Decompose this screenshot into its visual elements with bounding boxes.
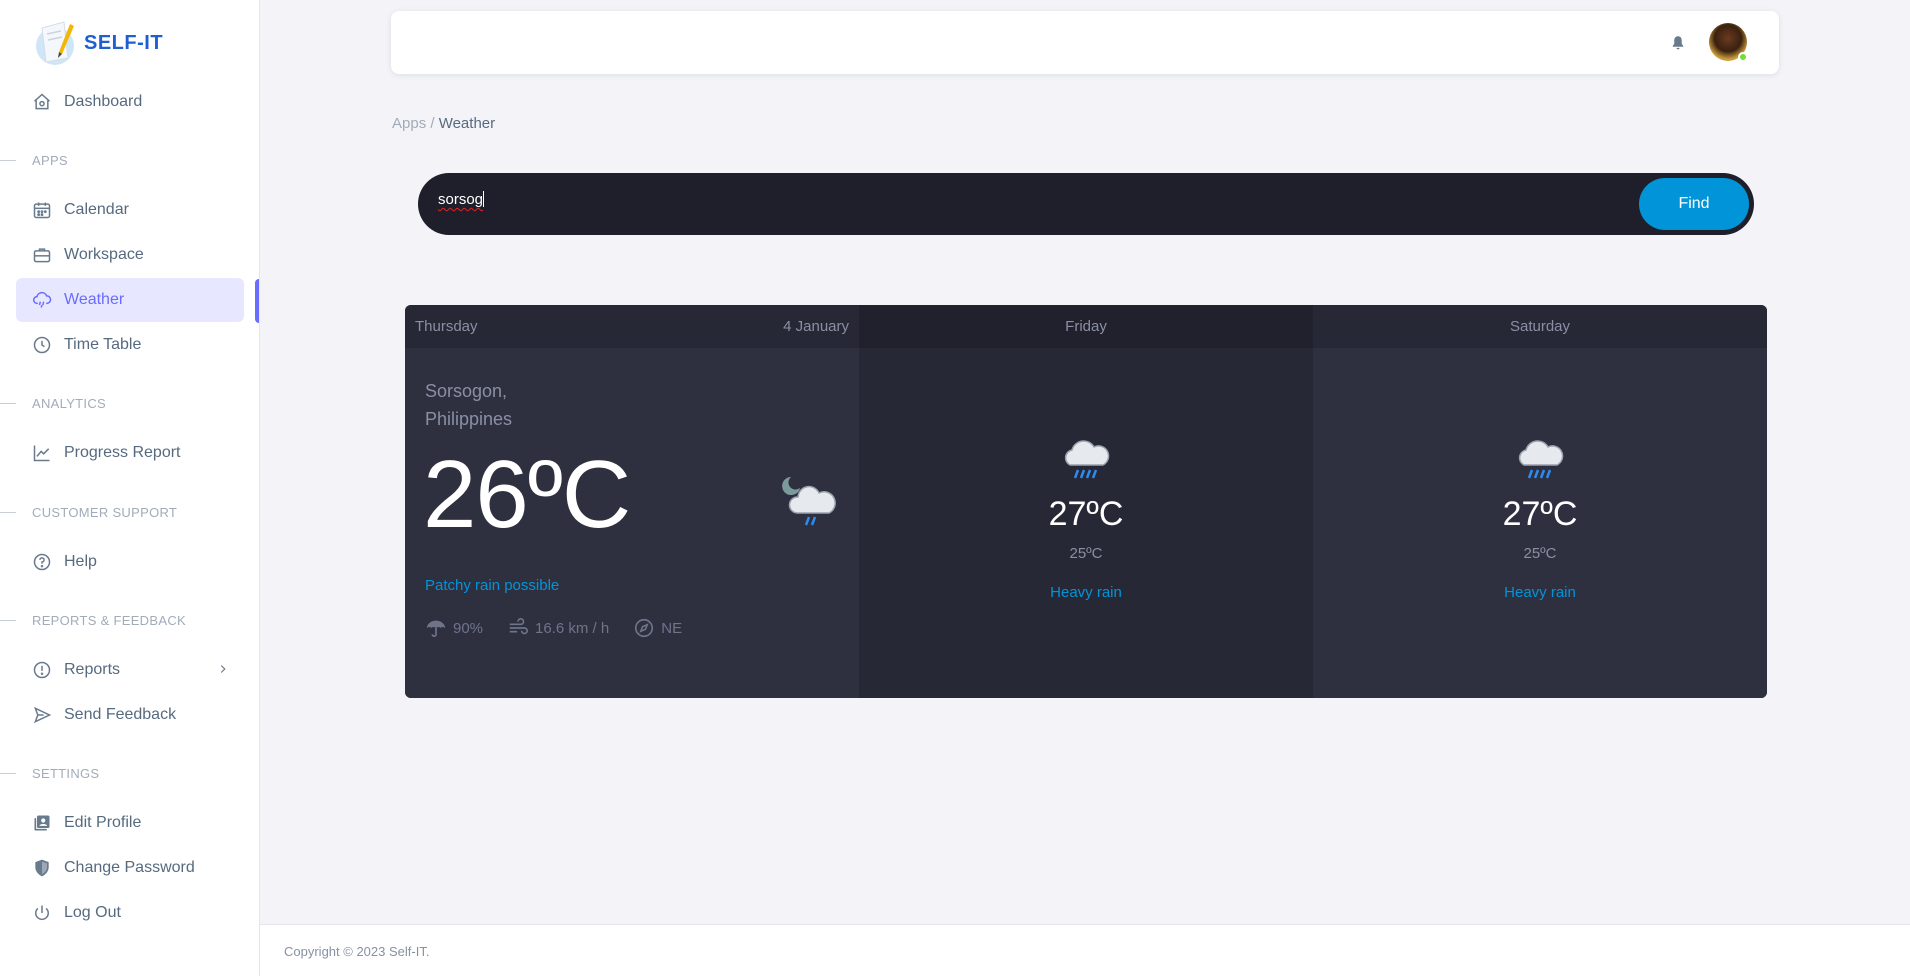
sidebar-item-send-feedback[interactable]: Send Feedback bbox=[16, 693, 244, 737]
current-condition: Patchy rain possible bbox=[425, 577, 560, 594]
today-panel: Thursday 4 January Sorsogon, Philippines… bbox=[405, 305, 859, 698]
direction-stat: NE bbox=[633, 617, 682, 639]
sidebar-item-label: Change Password bbox=[64, 859, 195, 876]
section-header-apps: APPS bbox=[0, 151, 68, 169]
heavy-rain-icon bbox=[1515, 437, 1565, 483]
logo-icon bbox=[34, 18, 80, 68]
section-header-reports-feedback: REPORTS & FEEDBACK bbox=[0, 611, 186, 629]
forecast-condition: Heavy rain bbox=[1050, 584, 1122, 601]
partly-cloudy-night-rain-icon bbox=[781, 473, 837, 529]
wind-stat: 16.6 km / h bbox=[507, 617, 609, 639]
cloud-rain-icon bbox=[32, 290, 52, 310]
sidebar-item-workspace[interactable]: Workspace bbox=[16, 233, 244, 277]
sidebar-item-label: Log Out bbox=[64, 904, 121, 921]
sidebar-item-calendar[interactable]: Calendar bbox=[16, 188, 244, 232]
location-country: Philippines bbox=[425, 409, 513, 429]
humidity-stat: 90% bbox=[425, 617, 483, 639]
active-indicator bbox=[255, 279, 259, 323]
sidebar-item-timetable[interactable]: Time Table bbox=[16, 323, 244, 367]
sidebar-item-label: Calendar bbox=[64, 201, 129, 218]
sidebar-item-label: Dashboard bbox=[64, 93, 143, 110]
forecast-condition: Heavy rain bbox=[1504, 584, 1576, 601]
alert-circle-icon bbox=[32, 660, 52, 680]
sidebar-item-label: Weather bbox=[64, 291, 125, 308]
sidebar-item-label: Workspace bbox=[64, 246, 144, 263]
sidebar-item-progress-report[interactable]: Progress Report bbox=[16, 431, 244, 475]
today-header: Thursday 4 January bbox=[405, 305, 859, 348]
calendar-icon bbox=[32, 200, 52, 220]
notification-bell-icon[interactable] bbox=[1669, 34, 1687, 52]
sidebar-item-label: Reports bbox=[64, 661, 121, 678]
profile-card-icon bbox=[32, 813, 52, 833]
weather-stats: 90% 16.6 km / h NE bbox=[425, 617, 706, 639]
sidebar-item-dashboard[interactable]: Dashboard bbox=[16, 80, 244, 124]
wind-value: 16.6 km / h bbox=[535, 619, 610, 637]
home-icon bbox=[32, 92, 52, 112]
shield-icon bbox=[32, 858, 52, 878]
chevron-right-icon bbox=[216, 662, 230, 676]
forecast-high-temp: 27ºC bbox=[1048, 495, 1124, 533]
sidebar-item-label: Edit Profile bbox=[64, 814, 142, 831]
text-caret bbox=[483, 191, 485, 207]
umbrella-icon bbox=[425, 617, 453, 639]
briefcase-icon bbox=[32, 245, 52, 265]
breadcrumb-current: Weather bbox=[438, 115, 496, 132]
chart-line-icon bbox=[32, 443, 52, 463]
top-navbar bbox=[391, 11, 1779, 74]
today-date: 4 January bbox=[783, 318, 849, 335]
location-city: Sorsogon, bbox=[425, 381, 508, 401]
sidebar-item-label: Time Table bbox=[64, 336, 142, 353]
section-header-settings: SETTINGS bbox=[0, 764, 99, 782]
forecast-day: Saturday bbox=[1313, 305, 1767, 348]
sidebar: SELF-IT Dashboard APPS Calendar Workspac… bbox=[0, 0, 260, 976]
sidebar-item-logout[interactable]: Log Out bbox=[16, 891, 244, 935]
forecast-day: Friday bbox=[859, 305, 1313, 348]
breadcrumb: Apps / Weather bbox=[392, 115, 495, 132]
city-search-bar: sorsog Find bbox=[418, 173, 1754, 235]
forecast-low-temp: 25ºC bbox=[1523, 545, 1557, 562]
wind-icon bbox=[507, 617, 535, 639]
humidity-value: 90% bbox=[453, 619, 484, 637]
location: Sorsogon, Philippines bbox=[425, 377, 512, 433]
section-header-customer-support: CUSTOMER SUPPORT bbox=[0, 503, 177, 521]
current-temperature: 26ºC bbox=[423, 441, 631, 548]
app-logo[interactable]: SELF-IT bbox=[34, 18, 163, 68]
section-header-analytics: ANALYTICS bbox=[0, 394, 106, 412]
forecast-low-temp: 25ºC bbox=[1069, 545, 1103, 562]
online-status-dot bbox=[1738, 52, 1748, 62]
forecast-panel-friday: Friday 27ºC 25ºC Heavy rain bbox=[859, 305, 1313, 698]
help-circle-icon bbox=[32, 552, 52, 572]
footer: Copyright © 2023 Self-IT. bbox=[260, 924, 1910, 976]
sidebar-item-label: Help bbox=[64, 553, 97, 570]
city-search-input[interactable]: sorsog bbox=[438, 191, 1538, 217]
sidebar-item-label: Send Feedback bbox=[64, 706, 177, 723]
clock-icon bbox=[32, 335, 52, 355]
sidebar-item-label: Progress Report bbox=[64, 444, 181, 461]
forecast-high-temp: 27ºC bbox=[1502, 495, 1578, 533]
sidebar-item-edit-profile[interactable]: Edit Profile bbox=[16, 801, 244, 845]
power-icon bbox=[32, 903, 52, 923]
user-avatar[interactable] bbox=[1709, 23, 1748, 62]
search-input-value: sorsog bbox=[438, 191, 484, 208]
forecast-panel-saturday: Saturday 27ºC 25ºC Heavy rain bbox=[1313, 305, 1767, 698]
find-button[interactable]: Find bbox=[1639, 178, 1749, 230]
sidebar-item-help[interactable]: Help bbox=[16, 540, 244, 584]
sidebar-item-reports[interactable]: Reports bbox=[16, 648, 244, 692]
compass-icon bbox=[633, 617, 661, 639]
sidebar-item-change-password[interactable]: Change Password bbox=[16, 846, 244, 890]
direction-value: NE bbox=[661, 619, 683, 637]
breadcrumb-parent[interactable]: Apps / bbox=[392, 115, 435, 132]
today-day: Thursday bbox=[415, 318, 478, 335]
send-icon bbox=[32, 705, 52, 725]
weather-card: Thursday 4 January Sorsogon, Philippines… bbox=[405, 305, 1767, 698]
sidebar-item-weather[interactable]: Weather bbox=[16, 278, 244, 322]
app-name: SELF-IT bbox=[84, 31, 164, 54]
copyright-text: Copyright © 2023 Self-IT. bbox=[284, 944, 430, 959]
heavy-rain-icon bbox=[1061, 437, 1111, 483]
